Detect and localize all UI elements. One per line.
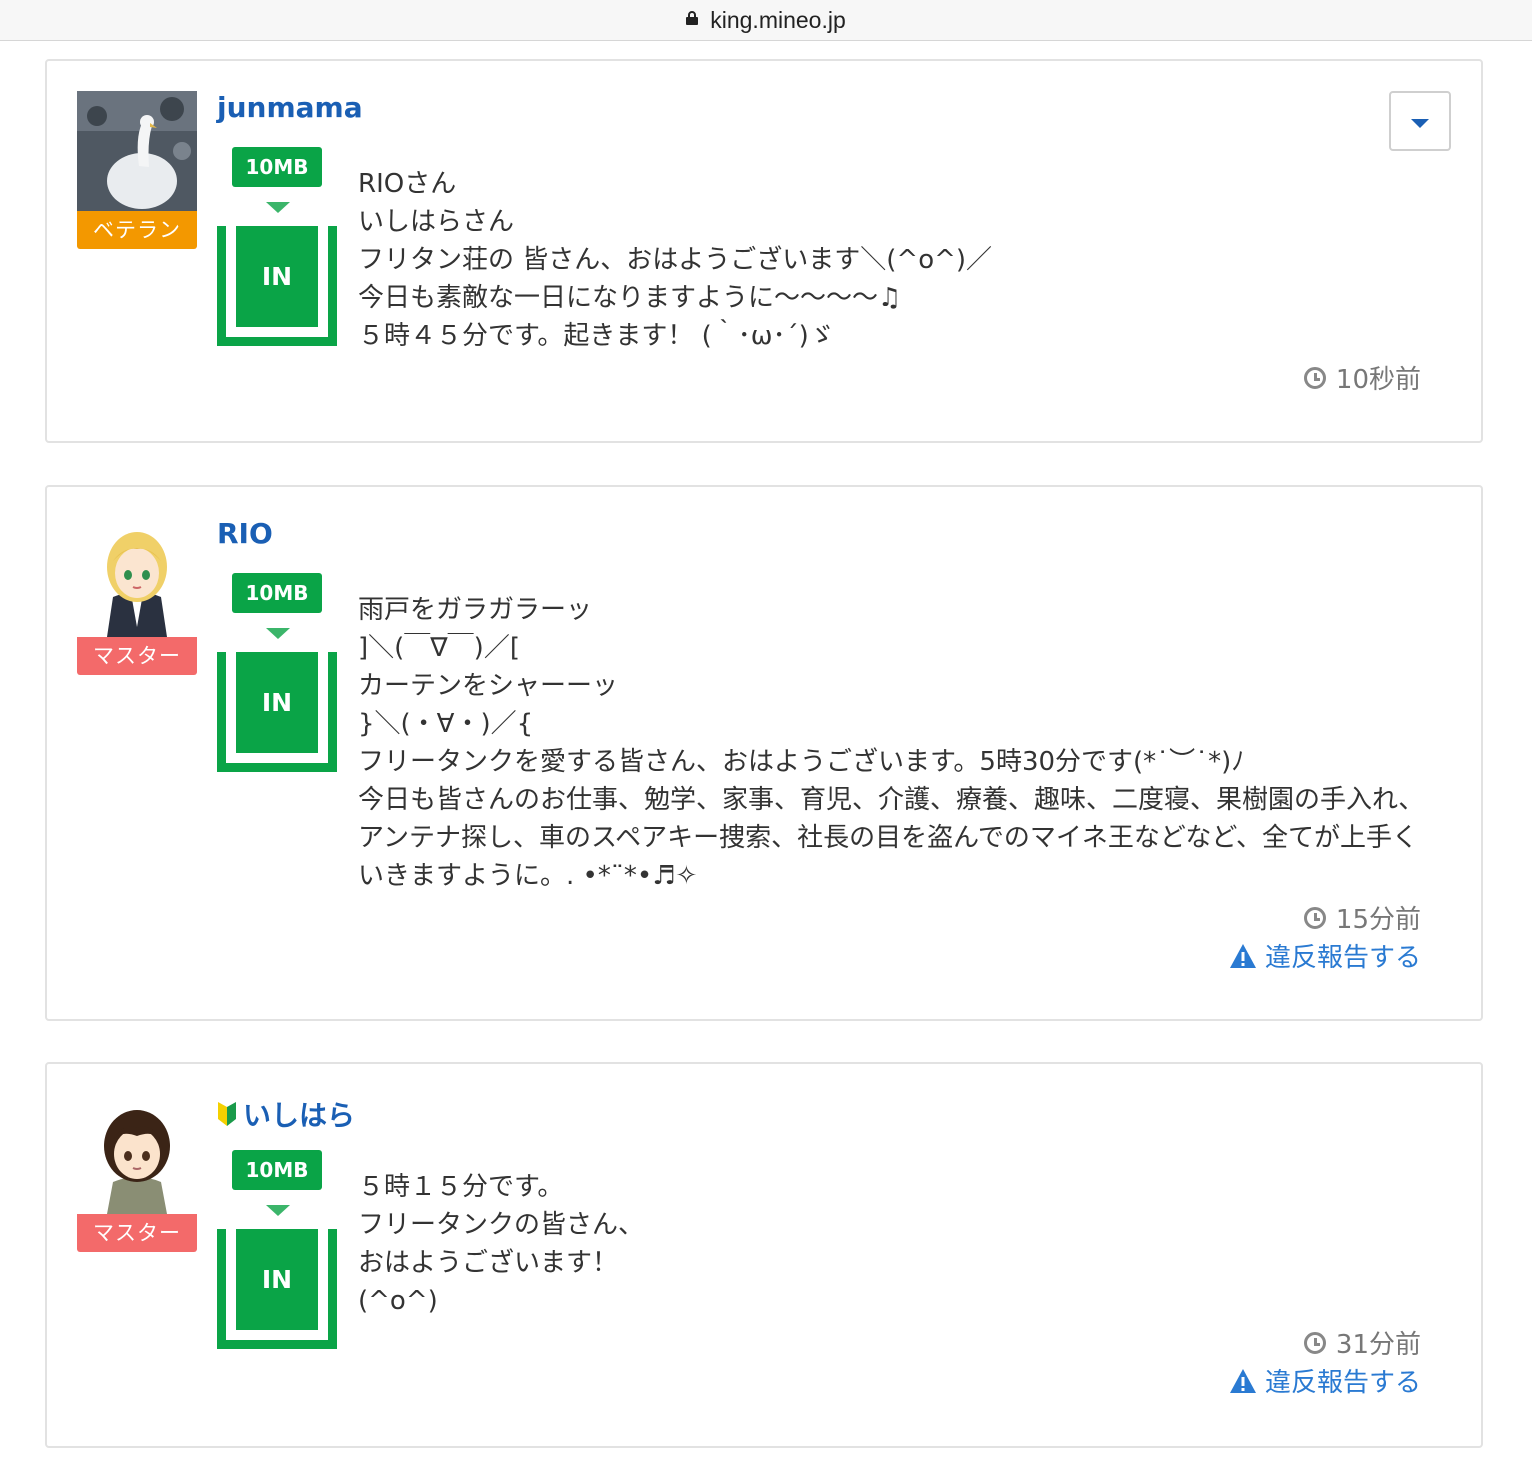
in-label: IN xyxy=(236,226,318,327)
data-badge: 10MB xyxy=(232,147,322,187)
warning-icon xyxy=(1229,1368,1256,1393)
blonde-character-avatar xyxy=(77,517,197,637)
arrow-down-icon xyxy=(266,628,290,639)
browser-url-bar[interactable]: king.mineo.jp xyxy=(0,0,1532,41)
in-indicator: IN xyxy=(217,652,337,772)
post-time: 31分前 xyxy=(1303,1324,1421,1361)
brown-hair-character-avatar xyxy=(77,1094,197,1214)
rank-badge: マスター xyxy=(77,1214,197,1252)
post-time: 10秒前 xyxy=(1303,359,1421,396)
in-label: IN xyxy=(236,1229,318,1330)
report-link[interactable]: 違反報告する xyxy=(1229,1362,1421,1399)
time-label: 31分前 xyxy=(1335,1330,1421,1360)
report-link[interactable]: 違反報告する xyxy=(1229,937,1421,974)
time-label: 15分前 xyxy=(1335,905,1421,935)
clock-icon xyxy=(1303,1331,1326,1354)
beginner-mark-icon xyxy=(218,1102,236,1126)
arrow-down-icon xyxy=(266,1205,290,1216)
username-link[interactable]: junmama xyxy=(217,91,363,124)
url-text: king.mineo.jp xyxy=(710,6,846,33)
lock-icon xyxy=(686,11,699,25)
report-label: 違反報告する xyxy=(1264,1368,1421,1398)
post-card: ベテラン junmama 10MB IN RIOさん いしはらさん フリタン荘の… xyxy=(45,59,1483,443)
dropdown-caret-icon xyxy=(1411,119,1429,128)
avatar[interactable] xyxy=(77,91,197,211)
time-label: 10秒前 xyxy=(1335,365,1421,395)
data-badge: 10MB xyxy=(232,1150,322,1190)
post-card: マスター いしはら 10MB IN ５時１５分です。 フリータンクの皆さん、 お… xyxy=(45,1062,1483,1448)
clock-icon xyxy=(1303,366,1326,389)
username-link[interactable]: RIO xyxy=(217,517,273,550)
in-label: IN xyxy=(236,652,318,753)
swan-avatar-image xyxy=(77,91,197,211)
arrow-down-icon xyxy=(266,202,290,213)
report-label: 違反報告する xyxy=(1264,943,1421,973)
rank-badge: マスター xyxy=(77,637,197,675)
in-indicator: IN xyxy=(217,226,337,346)
avatar[interactable] xyxy=(77,517,197,637)
in-indicator: IN xyxy=(217,1229,337,1349)
post-body: 雨戸をガラガラーッ ]＼(￣∇￣)／[ カーテンをシャーーッ }＼(・∀・)／{… xyxy=(358,595,1425,891)
username-text: いしはら xyxy=(243,1099,356,1132)
avatar[interactable] xyxy=(77,1094,197,1214)
clock-icon xyxy=(1303,906,1326,929)
rank-badge: ベテラン xyxy=(77,211,197,249)
post-time: 15分前 xyxy=(1303,899,1421,936)
post-body: ５時１５分です。 フリータンクの皆さん、 おはようございます！ (^o^) xyxy=(358,1172,645,1316)
post-menu-dropdown[interactable] xyxy=(1389,91,1451,151)
data-badge: 10MB xyxy=(232,573,322,613)
warning-icon xyxy=(1229,943,1256,968)
username-link[interactable]: いしはら xyxy=(217,1094,355,1134)
post-card: マスター RIO 10MB IN 雨戸をガラガラーッ ]＼(￣∇￣)／[ カーテ… xyxy=(45,485,1483,1021)
post-body: RIOさん いしはらさん フリタン荘の 皆さん、おはようございます＼(^o^)／… xyxy=(358,169,993,351)
